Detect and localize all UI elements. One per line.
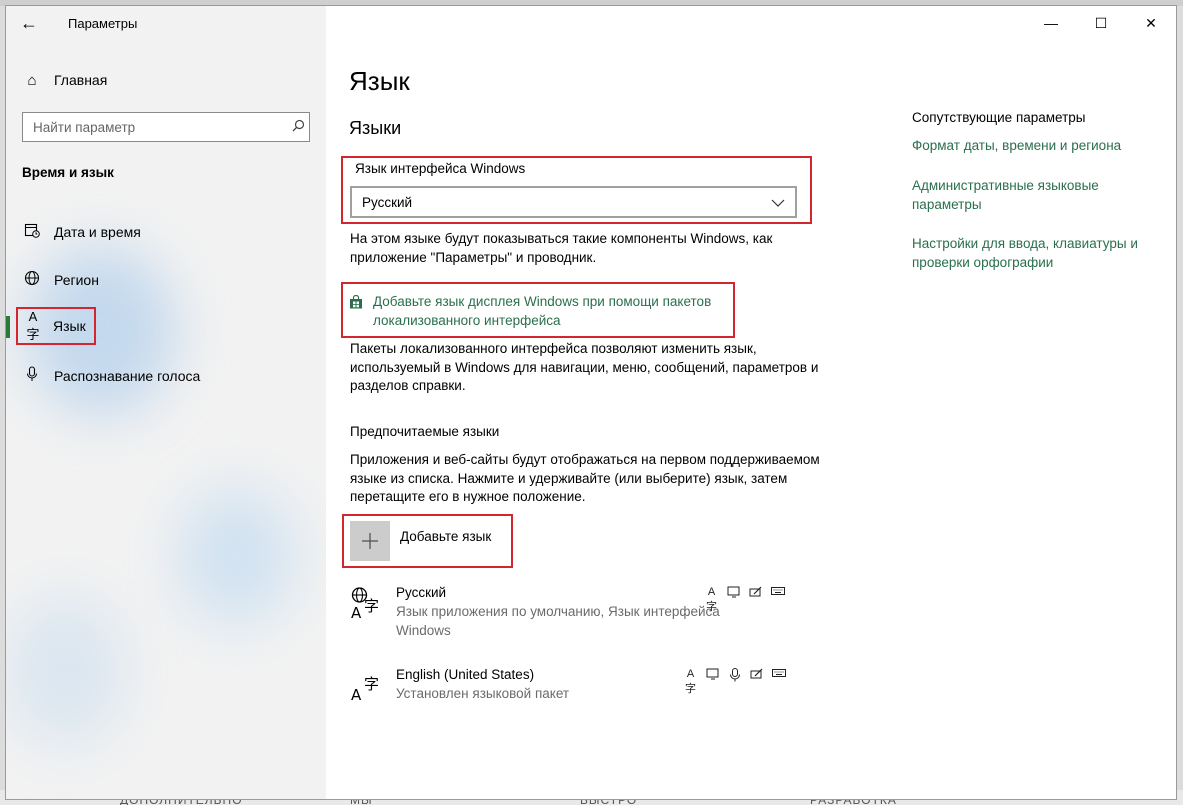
display-language-description: На этом языке будут показываться такие к…	[350, 231, 773, 265]
language-list-item-russian[interactable]: A 字 Русский Язык приложения по умолчанию…	[350, 585, 800, 645]
search-box	[22, 112, 310, 142]
display-language-label: Язык интерфейса Windows	[355, 161, 526, 176]
handwriting-icon	[749, 668, 764, 696]
app-title: Параметры	[68, 16, 138, 31]
language-features: A字	[683, 668, 786, 696]
add-language-label: Добавьте язык	[400, 528, 492, 544]
page-title: Язык	[349, 66, 410, 96]
svg-text:字: 字	[364, 597, 379, 615]
svg-text:字: 字	[364, 675, 379, 693]
language-icon: A字	[26, 309, 40, 342]
globe-icon	[22, 270, 42, 290]
plus-icon	[350, 521, 390, 561]
minimize-button[interactable]: —	[1026, 6, 1076, 40]
display-language-feature-icon: A字	[706, 586, 717, 613]
sidebar-item-home[interactable]: ⌂ Главная	[22, 69, 107, 91]
language-name: Русский	[396, 585, 447, 600]
sidebar-item-label: Дата и время	[54, 224, 141, 240]
store-language-pack-link[interactable]: Добавьте язык дисплея Windows при помощи…	[349, 293, 733, 330]
text-to-speech-icon	[705, 668, 720, 696]
svg-text:A: A	[351, 604, 362, 621]
speech-recognition-icon	[727, 668, 742, 696]
preferred-languages-description: Приложения и веб-сайты будут отображатьс…	[350, 452, 820, 504]
settings-window: ← Параметры ⌂ Главная Время и язык Дата …	[5, 5, 1177, 800]
related-link-admin-language[interactable]: Административные языковые параметры	[912, 177, 1152, 214]
preferred-languages-title: Предпочитаемые языки	[350, 424, 500, 439]
language-subtitle: Язык приложения по умолчанию, Язык интер…	[396, 604, 720, 638]
window-controls: — ☐ ✕	[1026, 6, 1176, 40]
search-icon[interactable]	[287, 119, 309, 135]
language-list-item-english[interactable]: A 字 English (United States) Установлен я…	[350, 667, 800, 709]
related-link-typing-keyboard[interactable]: Настройки для ввода, клавиатуры и провер…	[912, 235, 1152, 272]
store-link-description: Пакеты локализованного интерфейса позвол…	[350, 341, 819, 393]
chevron-down-icon	[771, 194, 785, 210]
sidebar-item-label: Язык	[53, 318, 86, 334]
display-language-dropdown[interactable]: Русский	[350, 186, 797, 218]
language-name: English (United States)	[396, 667, 535, 682]
keyboard-icon	[770, 586, 785, 614]
title-bar: ← Параметры	[6, 6, 326, 42]
back-arrow-icon[interactable]: ←	[16, 12, 42, 36]
display-language-feature-icon: A字	[685, 668, 696, 695]
sidebar-item-region[interactable]: Регион	[22, 269, 99, 291]
related-link-date-format[interactable]: Формат даты, времени и региона	[912, 137, 1152, 156]
related-settings-title: Сопутствующие параметры	[912, 110, 1086, 125]
close-button[interactable]: ✕	[1126, 6, 1176, 40]
background-blur	[176, 486, 296, 626]
language-globe-icon: A 字	[350, 585, 386, 622]
languages-heading: Языки	[349, 118, 402, 138]
sidebar-item-date-time[interactable]: Дата и время	[22, 221, 141, 243]
svg-text:A: A	[351, 686, 362, 703]
sidebar-item-label: Распознавание голоса	[54, 368, 201, 384]
sidebar-item-language[interactable]: A字 Язык	[16, 307, 96, 345]
store-link-text: Добавьте язык дисплея Windows при помощи…	[373, 294, 712, 328]
main-content: Язык Языки Язык интерфейса Windows Русск…	[341, 6, 909, 799]
background-blur	[6, 596, 126, 746]
home-icon: ⌂	[27, 71, 37, 89]
language-features: A字	[704, 586, 785, 614]
maximize-button[interactable]: ☐	[1076, 6, 1126, 40]
search-input[interactable]	[23, 113, 287, 141]
store-bag-icon	[349, 294, 363, 309]
sidebar-item-label: Регион	[54, 272, 99, 288]
sidebar: ← Параметры ⌂ Главная Время и язык Дата …	[6, 6, 326, 799]
calendar-clock-icon	[22, 222, 42, 242]
add-language-button[interactable]: Добавьте язык	[350, 521, 491, 561]
microphone-icon	[22, 366, 42, 386]
sidebar-section-title: Время и язык	[22, 165, 114, 180]
handwriting-icon	[748, 586, 763, 614]
text-to-speech-icon	[726, 586, 741, 614]
sidebar-item-label: Главная	[54, 72, 108, 88]
language-icon: A 字	[350, 667, 386, 704]
keyboard-icon	[771, 668, 786, 696]
sidebar-item-speech[interactable]: Распознавание голоса	[22, 365, 200, 387]
active-indicator	[6, 316, 10, 338]
dropdown-selected-value: Русский	[362, 194, 413, 210]
